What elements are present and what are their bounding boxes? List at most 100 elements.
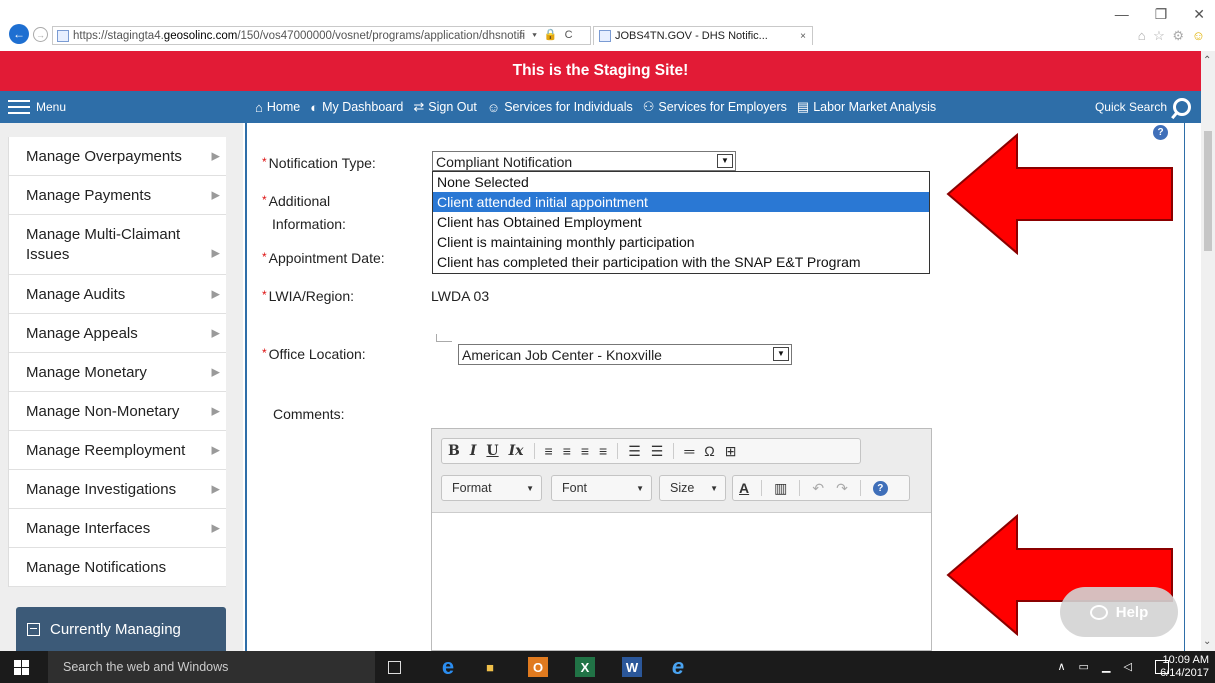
address-tools[interactable]: ⌕ ▾ 🔒 C: [519, 28, 575, 42]
sidebar-item-reemployment[interactable]: Manage Reemployment ▶: [9, 431, 226, 470]
additional-info-label-line1: Additional: [268, 193, 331, 209]
paste-text-icon[interactable]: ▥: [774, 480, 787, 497]
quick-search-label: Quick Search: [1094, 100, 1167, 114]
nav-labor-market[interactable]: ▤ Labor Market Analysis: [797, 99, 936, 115]
chevron-down-icon[interactable]: ▼: [717, 154, 733, 168]
text-color-button[interactable]: A: [739, 480, 749, 496]
quick-search[interactable]: Quick Search: [1095, 91, 1191, 123]
internet-explorer-icon[interactable]: e: [668, 654, 688, 679]
table-icon[interactable]: ⊞: [725, 443, 737, 460]
editor-help-icon[interactable]: ?: [872, 480, 888, 496]
font-dropdown[interactable]: Font ▼: [551, 475, 652, 501]
menu-button[interactable]: Menu: [8, 91, 66, 123]
home-star-gear-icons[interactable]: ⌂ ☆ ⚙: [1138, 28, 1186, 43]
page-scrollbar[interactable]: ⌃ ⌄: [1201, 51, 1215, 651]
align-right-icon[interactable]: ≡: [581, 443, 589, 459]
nav-home[interactable]: ⌂ Home: [255, 100, 300, 115]
italic-button[interactable]: I: [470, 443, 477, 459]
dropdown-option[interactable]: Client is maintaining monthly participat…: [433, 232, 929, 252]
tab-close-icon[interactable]: ×: [800, 31, 806, 42]
sidebar-item-notifications[interactable]: Manage Notifications: [9, 548, 226, 587]
nav-sign-out[interactable]: ⇄ Sign Out: [413, 99, 477, 115]
sidebar-item-investigations[interactable]: Manage Investigations ▶: [9, 470, 226, 509]
clock-date: 6/14/2017: [1160, 667, 1209, 679]
sidebar-item-non-monetary[interactable]: Manage Non-Monetary ▶: [9, 392, 226, 431]
sidebar-item-label: Manage Multi-Claimant Issues: [26, 225, 181, 263]
taskbar-search-box[interactable]: Search the web and Windows: [48, 651, 375, 683]
sidebar-item-overpayments[interactable]: Manage Overpayments ▶: [9, 137, 226, 176]
bold-button[interactable]: B: [448, 443, 460, 459]
clear-format-button[interactable]: Ix: [509, 443, 524, 459]
toolbar-divider: [799, 480, 801, 496]
undo-icon[interactable]: ↶: [812, 480, 824, 497]
maximize-icon[interactable]: ❐: [1155, 6, 1168, 23]
smiley-feedback-icon[interactable]: ☺: [1192, 28, 1207, 43]
forward-arrow-icon[interactable]: →: [33, 27, 48, 42]
comments-editor[interactable]: B I U Ix ≡ ≡ ≡ ≡ ☰ ☰ ═ Ω ⊞ Format ▼ Font ▼…: [431, 428, 932, 651]
notification-type-select[interactable]: Compliant Notification ▼: [432, 151, 736, 171]
scroll-up-icon[interactable]: ⌃: [1203, 55, 1211, 66]
size-dropdown[interactable]: Size ▼: [659, 475, 726, 501]
task-view-icon[interactable]: [388, 661, 401, 674]
horizontal-line-icon[interactable]: ═: [684, 443, 694, 459]
sidebar-item-monetary[interactable]: Manage Monetary ▶: [9, 353, 226, 392]
office-location-label: * Office Location:: [262, 346, 366, 362]
address-bar[interactable]: https://stagingta4. geosolinc.com/150/vos…: [52, 26, 591, 45]
caret-down-icon: ▼: [710, 483, 718, 493]
windows-start-icon[interactable]: [14, 660, 29, 675]
currently-managing-toggle[interactable]: Currently Managing: [16, 607, 226, 651]
close-window-icon[interactable]: ✕: [1193, 6, 1205, 23]
redo-icon[interactable]: ↷: [836, 480, 848, 497]
nav-labor-market-label: Labor Market Analysis: [813, 100, 937, 114]
person-icon: ☺: [486, 99, 501, 115]
excel-icon[interactable]: X: [575, 657, 595, 677]
dropdown-option-selected[interactable]: Client attended initial appointment: [433, 192, 929, 212]
sidebar-item-interfaces[interactable]: Manage Interfaces ▶: [9, 509, 226, 548]
chevron-down-icon[interactable]: ▼: [773, 347, 789, 361]
special-char-icon[interactable]: Ω: [704, 443, 714, 459]
clock[interactable]: 10:09 AM 6/14/2017: [1160, 654, 1209, 680]
sidebar-item-label: Manage Audits: [26, 285, 126, 303]
browser-tab[interactable]: JOBS4TN.GOV - DHS Notific... ×: [593, 26, 813, 45]
browser-toolbar-icons[interactable]: ⌂ ☆ ⚙ ☺: [1138, 28, 1207, 44]
required-mark: *: [262, 193, 267, 207]
format-dropdown[interactable]: Format ▼: [441, 475, 542, 501]
sidebar-item-payments[interactable]: Manage Payments ▶: [9, 176, 226, 215]
search-icon: [1173, 98, 1191, 116]
nav-my-dashboard[interactable]: ◐ My Dashboard: [310, 100, 403, 115]
scroll-down-icon[interactable]: ⌄: [1203, 636, 1211, 647]
align-center-icon[interactable]: ≡: [563, 443, 571, 459]
edge-icon[interactable]: e: [438, 654, 458, 679]
dropdown-option[interactable]: Client has completed their participation…: [433, 252, 929, 272]
group-icon: ⚇: [642, 99, 655, 114]
main-nav: Menu ⌂ Home ◐ My Dashboard ⇄ Sign Out ☺ Serv…: [0, 91, 1201, 123]
minimize-icon[interactable]: —: [1115, 6, 1129, 23]
nav-services-employers[interactable]: ⚇ Services for Employers: [643, 99, 787, 115]
dropdown-option[interactable]: Client has Obtained Employment: [433, 212, 929, 232]
font-label: Font: [562, 481, 588, 495]
home-icon: ⌂: [255, 99, 263, 115]
nav-services-individuals[interactable]: ☺ Services for Individuals: [487, 100, 633, 115]
align-left-icon[interactable]: ≡: [545, 443, 553, 459]
sidebar-item-appeals[interactable]: Manage Appeals ▶: [9, 314, 226, 353]
scrollbar-thumb[interactable]: [1204, 131, 1212, 251]
tab-favicon-icon: [599, 30, 611, 42]
numbered-list-icon[interactable]: ☰: [628, 443, 641, 460]
outlook-icon[interactable]: O: [528, 657, 548, 677]
align-justify-icon[interactable]: ≡: [599, 443, 607, 459]
file-explorer-icon[interactable]: ■: [480, 657, 500, 677]
help-chat-button[interactable]: Help: [1060, 587, 1178, 637]
sidebar-item-label: Manage Investigations: [26, 480, 177, 498]
sidebar-item-audits[interactable]: Manage Audits ▶: [9, 275, 226, 314]
word-icon[interactable]: W: [622, 657, 642, 677]
bulleted-list-icon[interactable]: ☰: [651, 443, 664, 460]
back-arrow-icon[interactable]: ←: [9, 24, 29, 44]
underline-button[interactable]: U: [486, 443, 498, 459]
chevron-right-icon: ▶: [211, 288, 220, 301]
sidebar-item-multi-claimant[interactable]: Manage Multi-Claimant Issues ▶: [9, 215, 226, 275]
chevron-right-icon: ▶: [211, 327, 220, 340]
system-tray-icons[interactable]: ∧ ▭ ▁ ◁: [1057, 660, 1137, 673]
additional-info-dropdown-list[interactable]: None Selected Client attended initial ap…: [432, 171, 930, 274]
office-location-select[interactable]: American Job Center - Knoxville ▼: [458, 344, 792, 365]
dropdown-option[interactable]: None Selected: [433, 172, 929, 192]
